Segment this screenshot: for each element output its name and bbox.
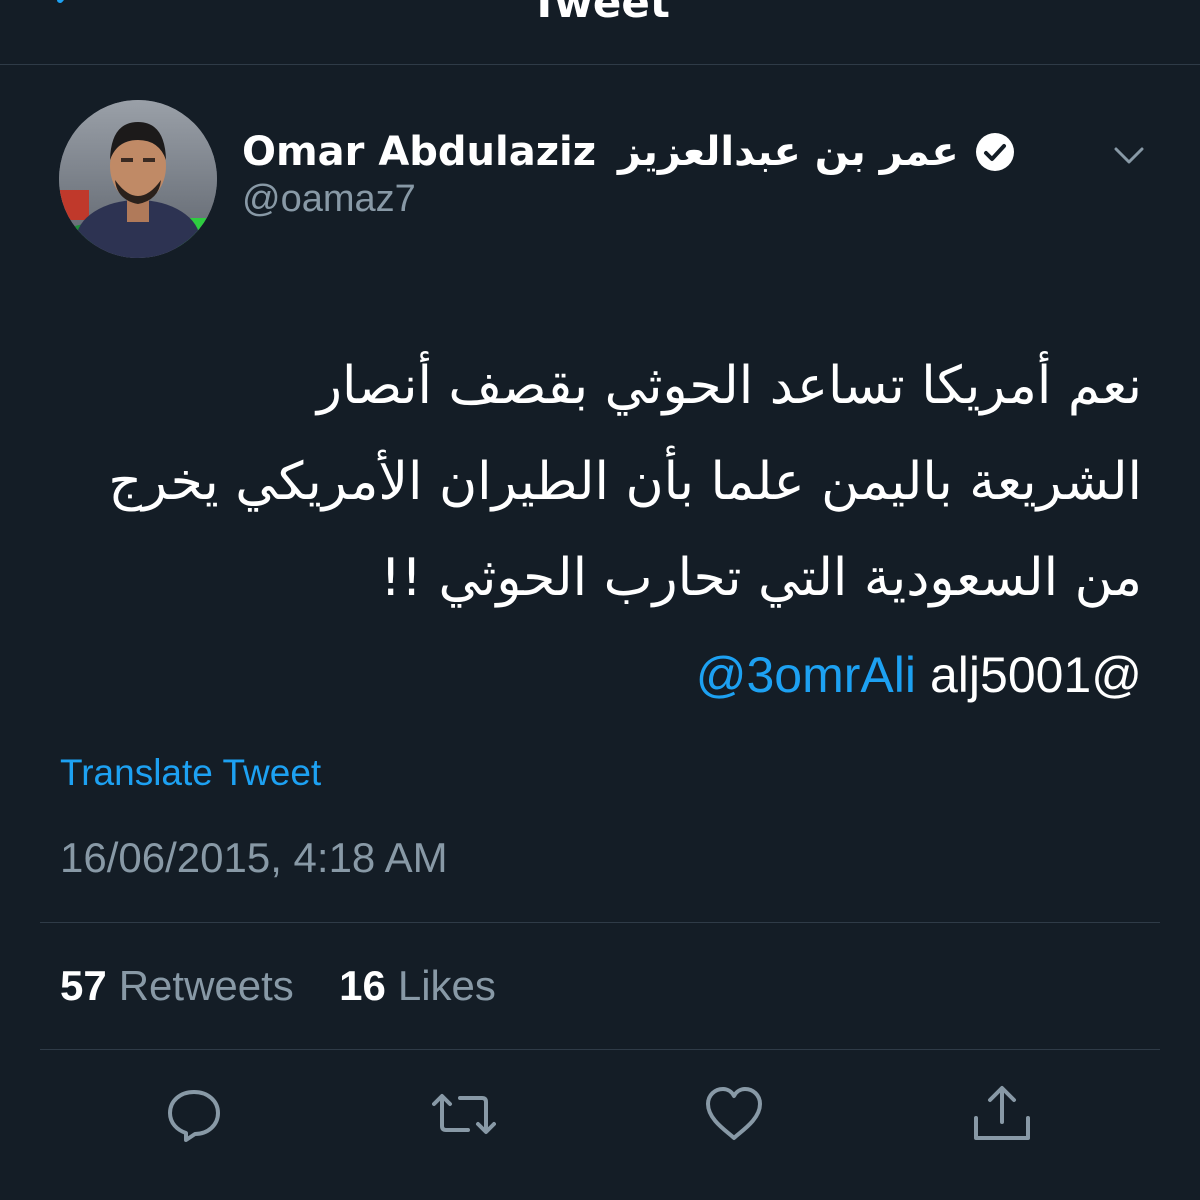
divider (40, 1049, 1160, 1050)
likes-stat[interactable]: 16 Likes (327, 962, 496, 1009)
like-button[interactable] (702, 1082, 766, 1146)
avatar[interactable] (59, 100, 217, 258)
tweet-line: من السعودية التي تحارب الحوثي !! (380, 548, 1142, 608)
tweet-mentions: @3omrAli alj5001@ (696, 646, 1142, 704)
reply-button[interactable] (162, 1082, 226, 1146)
tweet-line: الشريعة باليمن علما بأن الطيران الأمريكي… (108, 452, 1142, 512)
retweet-icon (432, 1094, 496, 1134)
retweets-label: Retweets (118, 962, 294, 1009)
retweets-count: 57 (60, 962, 107, 1009)
share-icon (974, 1086, 1030, 1140)
translate-tweet-link[interactable]: Translate Tweet (60, 752, 321, 794)
profile-photo (59, 100, 217, 258)
mention-text: alj5001@ (929, 647, 1142, 703)
author-name: Omar Abdulaziz (242, 129, 597, 175)
author-name-arabic: عمر بن عبدالعزيز (618, 129, 959, 175)
tweet-timestamp: 16/06/2015, 4:18 AM (60, 834, 448, 881)
tweet-line: نعم أمريكا تساعد الحوثي بقصف أنصار (316, 356, 1142, 416)
nav-header: Tweet (0, 0, 1200, 65)
like-icon (706, 1087, 762, 1140)
retweet-button[interactable] (432, 1082, 496, 1146)
divider (40, 922, 1160, 923)
retweets-stat[interactable]: 57 Retweets (60, 962, 305, 1009)
author-handle[interactable]: @oamaz7 (242, 178, 416, 221)
likes-count: 16 (339, 962, 386, 1009)
verified-badge-icon (975, 133, 1014, 171)
share-button[interactable] (970, 1082, 1034, 1146)
tweet-detail-screen: Tweet Omar Abdulaziz عمر بن عبدالعزيز @o… (0, 0, 1200, 1200)
page-title: Tweet (530, 0, 670, 27)
tweet-stats: 57 Retweets 16 Likes (60, 962, 496, 1010)
author-name-line[interactable]: Omar Abdulaziz عمر بن عبدالعزيز (242, 124, 1017, 180)
tweet-text: نعم أمريكا تساعد الحوثي بقصف أنصار الشري… (40, 338, 1142, 626)
mention-link[interactable]: @3omrAli (696, 646, 916, 704)
chevron-down-icon[interactable] (1112, 138, 1146, 172)
likes-label: Likes (397, 962, 496, 1009)
reply-icon (168, 1090, 220, 1142)
